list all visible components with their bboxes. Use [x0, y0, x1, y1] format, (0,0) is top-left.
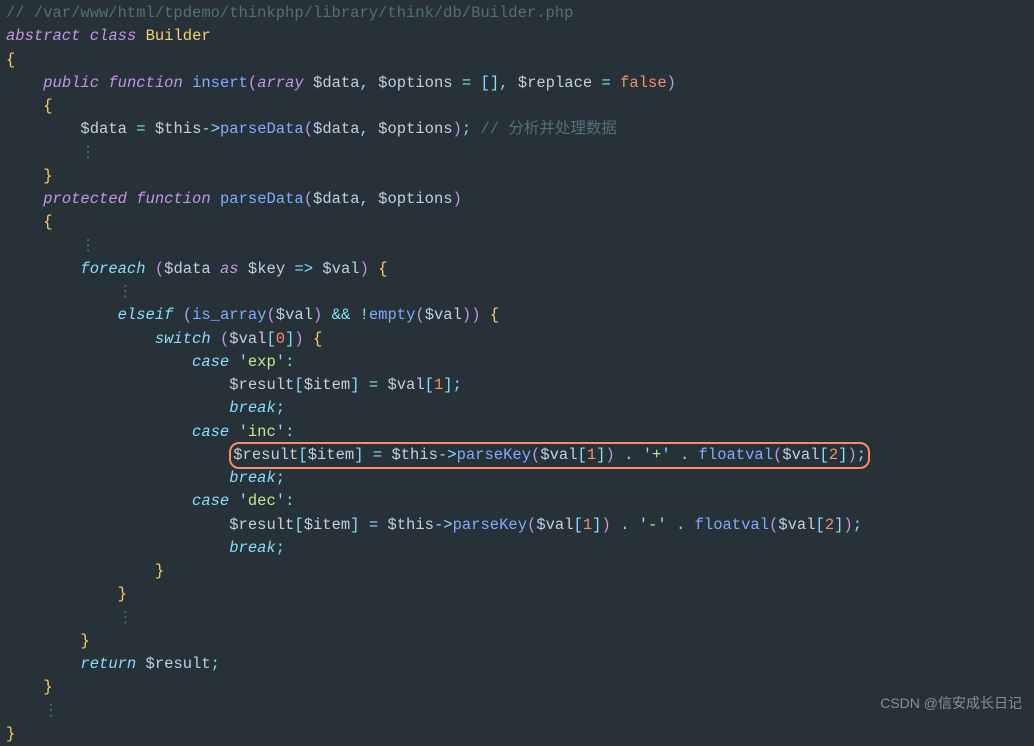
ellipsis-icon: ⋮	[0, 235, 1034, 258]
insert-body: $data = $this->parseData($data, $options…	[0, 118, 1034, 141]
parsedata-signature: protected function parseData($data, $opt…	[0, 188, 1034, 211]
break: break;	[0, 397, 1034, 420]
code-block: // /var/www/html/tpdemo/thinkphp/library…	[0, 2, 1034, 746]
break: break;	[0, 537, 1034, 560]
brace-close: }	[0, 630, 1034, 653]
ellipsis-icon: ⋮	[0, 142, 1034, 165]
ellipsis-icon: ⋮	[0, 700, 1034, 723]
brace-open: {	[0, 211, 1034, 234]
ellipsis-icon: ⋮	[0, 607, 1034, 630]
brace-open: {	[0, 95, 1034, 118]
case-inc: case 'inc':	[0, 421, 1034, 444]
insert-signature: public function insert(array $data, $opt…	[0, 72, 1034, 95]
class-declaration: abstract class Builder	[0, 25, 1034, 48]
brace-close: }	[0, 676, 1034, 699]
file-path-comment: // /var/www/html/tpdemo/thinkphp/library…	[0, 2, 1034, 25]
foreach: foreach ($data as $key => $val) {	[0, 258, 1034, 281]
return: return $result;	[0, 653, 1034, 676]
brace-open: {	[0, 49, 1034, 72]
brace-close: }	[0, 723, 1034, 746]
ellipsis-icon: ⋮	[0, 281, 1034, 304]
break: break;	[0, 467, 1034, 490]
case-dec: case 'dec':	[0, 490, 1034, 513]
case-inc-body: $result[$item] = $this->parseKey($val[1]…	[0, 444, 1034, 467]
elseif: elseif (is_array($val) && !empty($val)) …	[0, 304, 1034, 327]
highlighted-line: $result[$item] = $this->parseKey($val[1]…	[229, 442, 870, 469]
watermark: CSDN @信安成长日记	[880, 693, 1022, 714]
case-exp: case 'exp':	[0, 351, 1034, 374]
brace-close: }	[0, 560, 1034, 583]
case-dec-body: $result[$item] = $this->parseKey($val[1]…	[0, 514, 1034, 537]
brace-close: }	[0, 583, 1034, 606]
switch: switch ($val[0]) {	[0, 328, 1034, 351]
case-exp-body: $result[$item] = $val[1];	[0, 374, 1034, 397]
brace-close: }	[0, 165, 1034, 188]
